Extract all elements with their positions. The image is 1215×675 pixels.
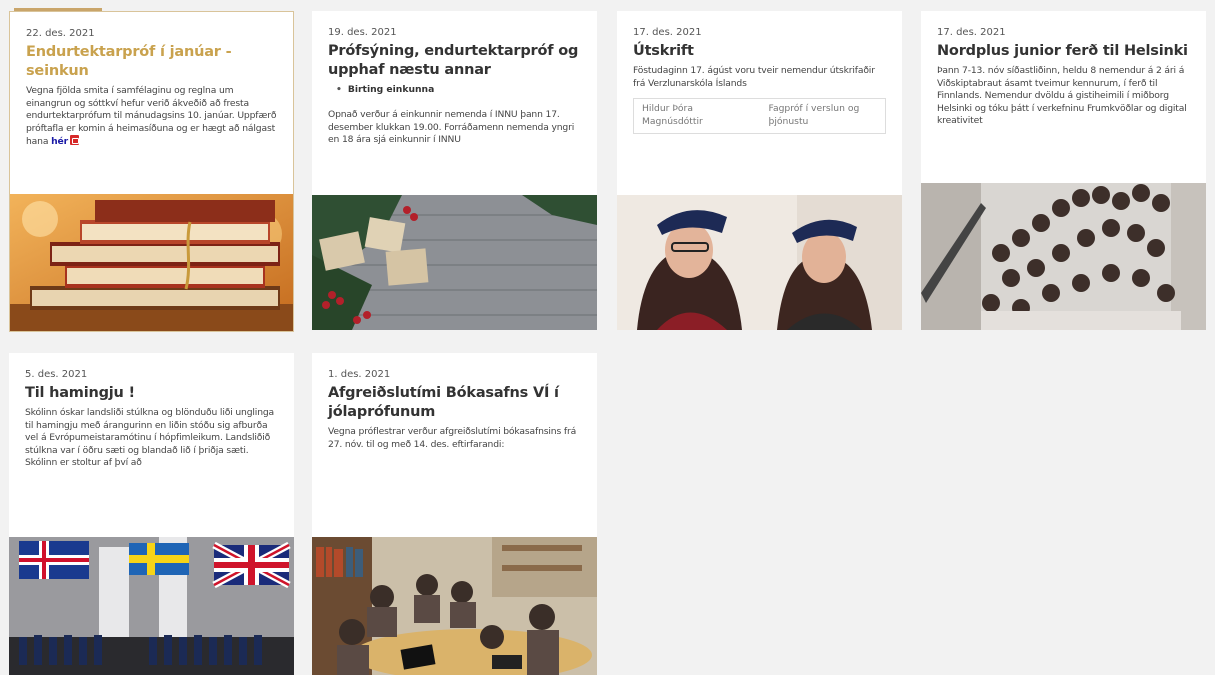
table-cell: Fagpróf í verslun og	[768, 103, 860, 114]
text-fade	[10, 164, 293, 196]
news-title[interactable]: Prófsýning, endurtektarpróf og upphaf næ…	[328, 42, 581, 80]
table-cell: þjónustu	[768, 116, 809, 127]
news-excerpt: Vegna fjölda smita í samfélaginu og regl…	[26, 85, 277, 149]
news-excerpt: Opnað verður á einkunnir nemenda í INNU …	[328, 109, 575, 145]
table-cell: Magnúsdóttir	[642, 116, 703, 127]
news-excerpt: Föstudaginn 17. ágúst voru tveir nemendu…	[633, 65, 875, 89]
news-excerpt: Vegna próflestrar verður afgreiðslutími …	[328, 426, 577, 450]
group-photo-icon[interactable]	[921, 183, 1206, 330]
text-fade	[312, 163, 597, 195]
news-date: 17. des. 2021	[633, 27, 702, 38]
news-card-endurtektarprof[interactable]: 22. des. 2021 Endurtektarpróf í janúar -…	[9, 11, 294, 332]
news-card-utskrift[interactable]: 17. des. 2021 Útskrift Föstudaginn 17. á…	[617, 11, 902, 330]
news-excerpt: Skólinn óskar landsliði stúlkna og blönd…	[25, 407, 275, 468]
news-title[interactable]: Endurtektarpróf í janúar - seinkun	[26, 43, 277, 81]
news-title[interactable]: Útskrift	[633, 42, 886, 61]
books-icon[interactable]	[10, 194, 293, 331]
news-title[interactable]: Nordplus junior ferð til Helsinki	[937, 42, 1190, 61]
christmas-gifts-icon[interactable]	[312, 195, 597, 330]
news-card-bokasafn[interactable]: 1. des. 2021 Afgreiðslutími Bókasafns VÍ…	[312, 353, 597, 675]
text-fade	[617, 163, 902, 195]
news-date: 22. des. 2021	[26, 28, 95, 39]
bullet-item: Birting einkunna	[336, 84, 581, 95]
news-card-til-hamingju[interactable]: 5. des. 2021 Til hamingju ! Skólinn óska…	[9, 353, 294, 675]
news-date: 17. des. 2021	[937, 27, 1006, 38]
here-link[interactable]: hér	[51, 136, 68, 147]
flags-gymnastics-icon[interactable]	[9, 537, 294, 675]
graduates-icon[interactable]	[617, 195, 902, 330]
news-card-profsyning[interactable]: 19. des. 2021 Prófsýning, endurtektarpró…	[312, 11, 597, 330]
news-date: 5. des. 2021	[25, 369, 88, 380]
news-date: 19. des. 2021	[328, 27, 397, 38]
pdf-icon[interactable]	[69, 135, 79, 145]
news-excerpt: Þann 7-13. nóv síðastliðinn, heldu 8 nem…	[937, 65, 1187, 126]
graduates-table: Hildur Þóra Fagpróf í verslun og Magnúsd…	[633, 98, 886, 134]
news-title[interactable]: Afgreiðslutími Bókasafns VÍ í jólaprófun…	[328, 384, 581, 422]
text-fade	[9, 505, 294, 537]
library-students-icon[interactable]	[312, 537, 597, 675]
text-fade	[921, 151, 1206, 183]
news-title[interactable]: Til hamingju !	[25, 384, 278, 403]
news-card-nordplus[interactable]: 17. des. 2021 Nordplus junior ferð til H…	[921, 11, 1206, 330]
table-cell: Hildur Þóra	[642, 103, 693, 114]
news-date: 1. des. 2021	[328, 369, 391, 380]
